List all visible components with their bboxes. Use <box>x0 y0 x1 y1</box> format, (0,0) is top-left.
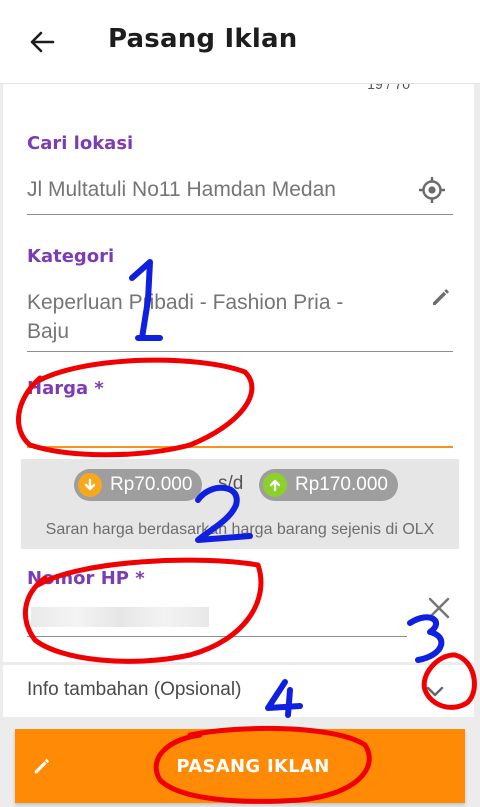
location-input[interactable]: Jl Multatuli No11 Hamdan Medan <box>27 175 336 204</box>
app-bar: Pasang Iklan <box>0 0 480 84</box>
extra-info-label: Info tambahan (Opsional) <box>27 679 242 700</box>
category-value-line1[interactable]: Keperluan Pribadi - Fashion Pria - <box>27 288 343 317</box>
category-underline <box>27 351 453 352</box>
back-button[interactable] <box>20 24 64 60</box>
price-range-separator: s/d <box>218 473 244 494</box>
submit-button-label: PASANG IKLAN <box>176 756 330 777</box>
price-suggestion-box: Rp70.000 s/d Rp170.000 Saran harga berda… <box>21 459 459 549</box>
submit-button[interactable]: PASANG IKLAN <box>15 729 465 803</box>
price-min-chip: Rp70.000 <box>74 469 203 501</box>
phone-underline <box>27 636 407 637</box>
extra-info-row[interactable]: Info tambahan (Opsional) <box>3 665 474 717</box>
phone-label: Nomor HP * <box>27 568 145 589</box>
arrow-down-icon <box>78 473 102 497</box>
location-underline <box>27 214 453 215</box>
title-char-counter: 19 / 70 <box>367 84 410 92</box>
category-label: Kategori <box>27 246 115 267</box>
category-value-line2[interactable]: Baju <box>27 317 69 346</box>
location-label: Cari lokasi <box>27 133 134 154</box>
price-max-value: Rp170.000 <box>295 474 388 495</box>
gps-target-icon[interactable] <box>418 176 446 204</box>
arrow-up-icon <box>263 473 287 497</box>
price-label: Harga * <box>27 378 104 399</box>
page-title: Pasang Iklan <box>108 24 298 54</box>
phone-input-redacted[interactable] <box>31 607 209 627</box>
price-input[interactable] <box>27 404 453 446</box>
arrow-left-icon <box>30 31 55 53</box>
price-suggestion-note: Saran harga berdasarkan harga barang sej… <box>45 521 435 538</box>
price-min-value: Rp70.000 <box>110 474 193 495</box>
price-max-chip: Rp170.000 <box>259 469 398 501</box>
close-icon[interactable] <box>428 597 450 619</box>
price-underline <box>27 446 453 448</box>
chevron-down-icon[interactable] <box>424 680 446 702</box>
pencil-icon[interactable] <box>431 287 451 307</box>
